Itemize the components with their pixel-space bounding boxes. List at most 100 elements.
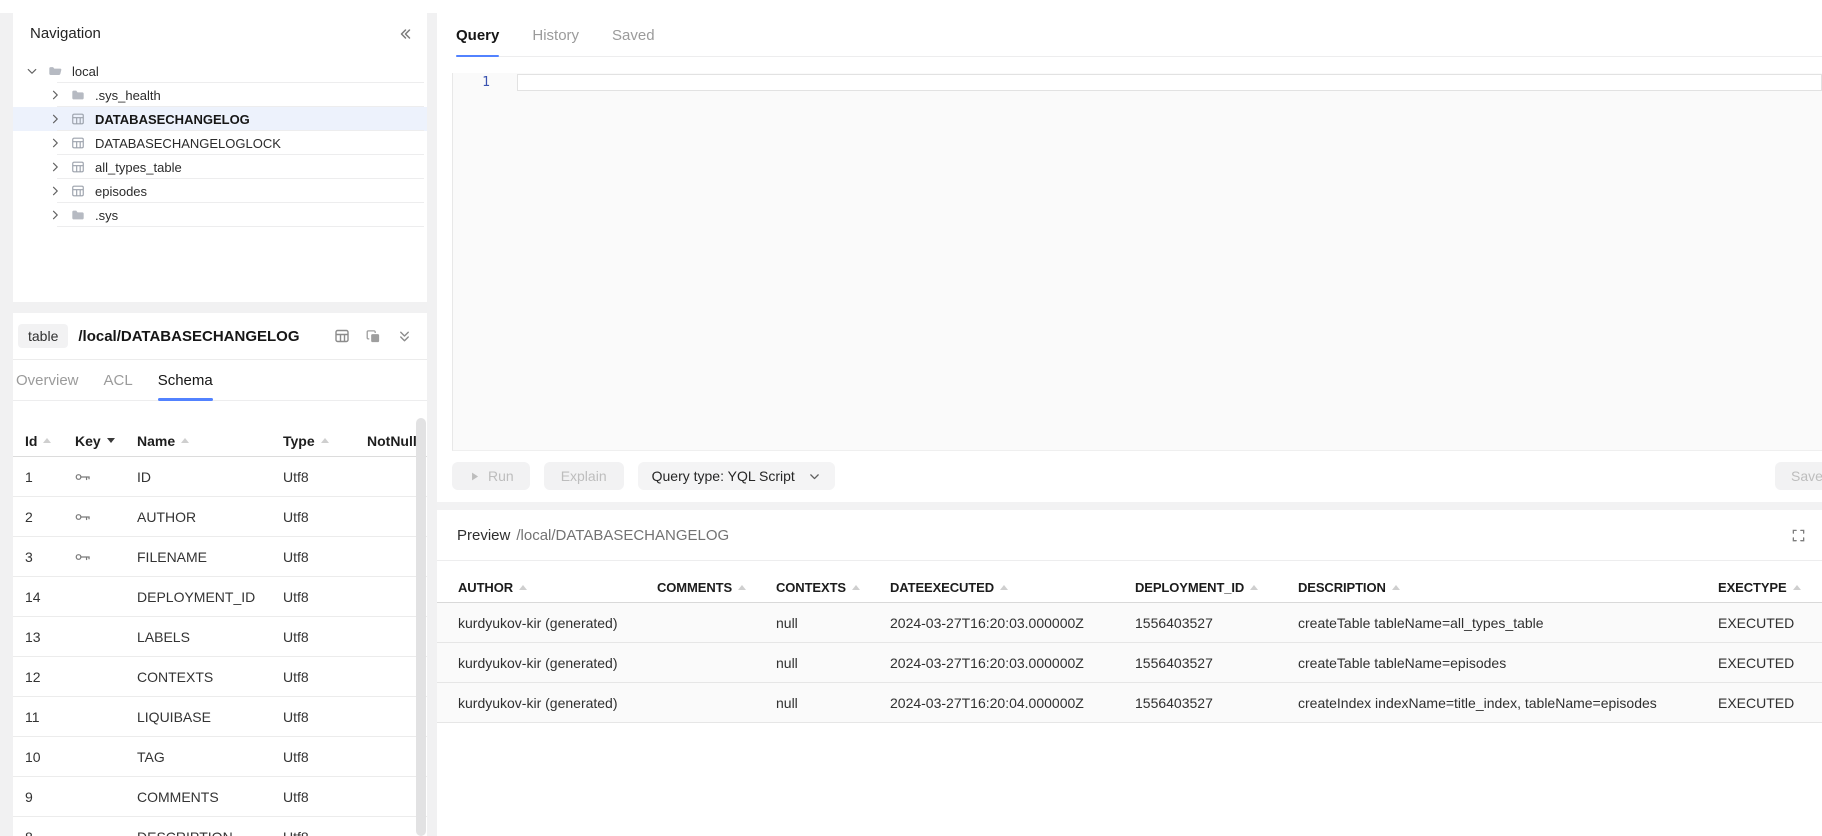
schema-cell-id: 12 [25,669,75,685]
run-button-label: Run [488,468,514,484]
column-label: DESCRIPTION [1298,580,1386,595]
schema-cell-type: Utf8 [283,789,367,805]
chevron-right-icon[interactable] [49,209,63,221]
schema-row[interactable]: 10 TAG Utf8 [13,737,427,777]
fullscreen-icon[interactable] [1791,528,1806,543]
tree-item-sys-health[interactable]: .sys_health [13,83,427,107]
left-gutter [0,13,13,836]
cell-contexts: null [776,655,890,671]
key-icon [75,552,137,562]
schema-column-type[interactable]: Type [283,433,367,449]
preview-row[interactable]: kurdyukov-kir (generated) null 2024-03-2… [437,683,1822,723]
chevron-right-icon[interactable] [49,113,63,125]
cell-deployment-id: 1556403527 [1135,615,1298,631]
cell-dateexecuted: 2024-03-27T16:20:03.000000Z [890,615,1135,631]
query-toolbar: Run Explain Query type: YQL Script Save … [452,462,1822,490]
play-icon [468,470,481,483]
chevron-right-icon[interactable] [49,161,63,173]
tab-label: Schema [158,372,213,389]
cell-exectype: EXECUTED [1718,655,1822,671]
cell-exectype: EXECUTED [1718,615,1822,631]
tree-item-databasechangelog[interactable]: DATABASECHANGELOG [13,107,427,131]
tree-item-episodes[interactable]: episodes [13,179,427,203]
tab-schema[interactable]: Schema [158,372,213,400]
query-type-dropdown[interactable]: Query type: YQL Script [638,462,835,490]
chevron-down-icon[interactable] [26,65,40,77]
preview-column-author[interactable]: AUTHOR [458,580,657,595]
schema-table-header: Id Key Name Type NotNull [13,425,427,457]
navigation-title: Navigation [30,25,101,42]
tab-history[interactable]: History [532,27,579,56]
editor-current-line[interactable] [517,74,1822,91]
schema-cell-id: 2 [25,509,75,525]
query-type-label: Query type: YQL Script [652,468,795,484]
schema-row[interactable]: 8 DESCRIPTION Utf8 [13,817,427,836]
schema-cell-id: 11 [25,709,75,725]
copy-icon[interactable] [366,329,381,344]
preview-table-header: AUTHOR COMMENTS CONTEXTS DATEEXECUTED DE… [437,573,1822,603]
schema-cell-type: Utf8 [283,829,367,836]
save-query-button[interactable]: Save query [1775,462,1822,490]
column-label: Id [25,433,37,449]
tree-item-label: DATABASECHANGELOGLOCK [95,136,281,151]
tab-acl[interactable]: ACL [104,372,133,400]
preview-column-description[interactable]: DESCRIPTION [1298,580,1718,595]
schema-row[interactable]: 13 LABELS Utf8 [13,617,427,657]
chevron-double-down-icon[interactable] [397,329,412,344]
chevron-right-icon[interactable] [49,137,63,149]
table-preview-icon[interactable] [334,328,350,344]
schema-row[interactable]: 9 COMMENTS Utf8 [13,777,427,817]
tab-saved[interactable]: Saved [612,27,655,56]
schema-table-body: 1 ID Utf8 2 AUTHOR Utf8 3 FILENAME Utf8 … [13,457,427,836]
explain-button[interactable]: Explain [544,462,624,490]
editor-gutter: 1 [453,73,517,450]
preview-column-contexts[interactable]: CONTEXTS [776,580,890,595]
column-label: CONTEXTS [776,580,846,595]
schema-cell-id: 10 [25,749,75,765]
preview-column-comments[interactable]: COMMENTS [657,580,776,595]
sort-icon [1793,585,1801,590]
tree-item-all-types-table[interactable]: all_types_table [13,155,427,179]
schema-scrollbar[interactable] [416,418,426,836]
schema-column-id[interactable]: Id [25,433,75,449]
sort-icon [852,585,860,590]
folder-open-icon [48,64,64,78]
tab-overview[interactable]: Overview [16,372,79,400]
table-icon [71,184,87,198]
cell-dateexecuted: 2024-03-27T16:20:04.000000Z [890,695,1135,711]
schema-column-name[interactable]: Name [137,433,283,449]
schema-row[interactable]: 11 LIQUIBASE Utf8 [13,697,427,737]
chevron-double-left-icon[interactable] [397,26,413,42]
preview-column-exectype[interactable]: EXECTYPE [1718,580,1822,595]
query-area: Query History Saved 1 Run Explain Query ty… [437,0,1822,836]
chevron-right-icon[interactable] [49,185,63,197]
preview-row[interactable]: kurdyukov-kir (generated) null 2024-03-2… [437,603,1822,643]
schema-cell-type: Utf8 [283,589,367,605]
chevron-right-icon[interactable] [49,89,63,101]
schema-cell-name: LIQUIBASE [137,709,283,725]
run-button[interactable]: Run [452,462,530,490]
schema-row[interactable]: 14 DEPLOYMENT_ID Utf8 [13,577,427,617]
preview-column-dateexecuted[interactable]: DATEEXECUTED [890,580,1135,595]
schema-cell-name: DESCRIPTION [137,829,283,836]
preview-column-deployment-id[interactable]: DEPLOYMENT_ID [1135,580,1298,595]
tree-item-databasechangeloglock[interactable]: DATABASECHANGELOGLOCK [13,131,427,155]
tree-item-local[interactable]: local [13,59,427,83]
schema-cell-name: TAG [137,749,283,765]
cell-deployment-id: 1556403527 [1135,655,1298,671]
schema-row[interactable]: 2 AUTHOR Utf8 [13,497,427,537]
cell-author: kurdyukov-kir (generated) [458,655,657,671]
schema-column-key[interactable]: Key [75,433,137,449]
tree-item-sys[interactable]: .sys [13,203,427,227]
preview-row[interactable]: kurdyukov-kir (generated) null 2024-03-2… [437,643,1822,683]
cell-contexts: null [776,615,890,631]
tab-query[interactable]: Query [456,27,499,56]
tree-item-label: .sys_health [95,88,161,103]
table-icon [71,160,87,174]
schema-row[interactable]: 1 ID Utf8 [13,457,427,497]
schema-row[interactable]: 12 CONTEXTS Utf8 [13,657,427,697]
schema-row[interactable]: 3 FILENAME Utf8 [13,537,427,577]
cell-description: createTable tableName=episodes [1298,655,1718,671]
query-editor[interactable]: 1 [452,73,1822,451]
cell-author: kurdyukov-kir (generated) [458,615,657,631]
